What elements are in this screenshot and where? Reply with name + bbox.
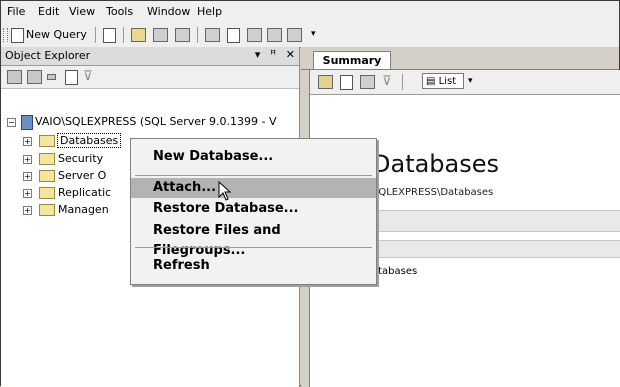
expand-server-objects-icon[interactable]: + <box>23 172 32 181</box>
new-query-icon <box>11 28 24 43</box>
tree-node-management[interactable]: Managen <box>58 203 109 216</box>
new-file-icon[interactable] <box>103 28 116 43</box>
open-folder-icon[interactable] <box>131 28 146 42</box>
tree-node-replication[interactable]: Replicatic <box>58 186 111 199</box>
toolbar-separator <box>95 27 96 43</box>
filter-icon[interactable]: ⊽ <box>382 74 392 89</box>
close-panel-icon[interactable]: ✕ <box>286 48 295 61</box>
object-path: SQLEXPRESS\Databases <box>372 187 494 198</box>
list-button-label: List <box>438 76 457 87</box>
expand-databases-icon[interactable]: + <box>23 137 32 146</box>
list-item[interactable]: atabases <box>372 266 417 277</box>
properties-icon[interactable] <box>227 28 240 43</box>
menu-item-restore-database[interactable]: Restore Database... <box>131 199 376 219</box>
menu-window[interactable]: Window <box>147 5 190 18</box>
server-icon <box>21 115 33 130</box>
expand-management-icon[interactable]: + <box>23 206 32 215</box>
menu-separator <box>135 247 372 248</box>
connect-icon[interactable] <box>7 70 22 84</box>
object-explorer-toolbar: ⊽ <box>1 66 299 89</box>
ssms-window: File Edit View Tools Window Help New Que… <box>0 0 620 387</box>
tree-node-security[interactable]: Security <box>58 152 103 165</box>
tree-node-databases[interactable]: Databases <box>57 133 122 148</box>
toolbox-icon[interactable] <box>287 28 302 42</box>
tab-summary[interactable]: Summary <box>313 51 391 69</box>
new-query-label: New Query <box>26 28 87 41</box>
toolbar-separator <box>197 27 198 43</box>
disconnect-icon[interactable] <box>27 70 42 84</box>
template-explorer-icon[interactable] <box>267 28 282 42</box>
up-folder-icon[interactable] <box>318 75 333 89</box>
panel-dropdown-icon[interactable]: ▾ <box>255 48 261 61</box>
document-tabstrip: Summary <box>301 47 619 70</box>
standard-toolbar: New Query ▾ <box>1 23 619 48</box>
folder-icon <box>39 187 55 199</box>
menu-edit[interactable]: Edit <box>38 5 59 18</box>
expand-replication-icon[interactable]: + <box>23 189 32 198</box>
menu-tools[interactable]: Tools <box>106 5 133 18</box>
menu-view[interactable]: View <box>69 5 95 18</box>
collapse-server-icon[interactable]: − <box>7 118 16 127</box>
menu-item-restore-files[interactable]: Restore Files and Filegroups... <box>131 221 376 258</box>
folder-icon <box>39 153 55 165</box>
context-menu: New Database... Attach... Restore Databa… <box>130 138 377 285</box>
summary-toolbar: ⊽ ▤ List ▾ <box>310 70 620 95</box>
folder-icon <box>39 170 55 182</box>
list-dropdown-icon[interactable]: ▾ <box>468 76 473 86</box>
report-icon[interactable] <box>360 75 375 89</box>
server-node[interactable]: VAIO\SQLEXPRESS (SQL Server 9.0.1399 - V <box>35 115 277 128</box>
auto-hide-pin-icon[interactable]: ꟸ <box>270 48 276 61</box>
tree-node-server-objects[interactable]: Server O <box>58 169 106 182</box>
menu-item-new-database[interactable]: New Database... <box>131 147 376 167</box>
menu-file[interactable]: File <box>7 5 25 18</box>
menu-item-refresh[interactable]: Refresh <box>131 256 376 276</box>
folder-icon <box>39 135 55 147</box>
filter-icon[interactable]: ⊽ <box>83 69 93 84</box>
object-explorer-title: Object Explorer <box>5 49 91 62</box>
toolbar-grip[interactable] <box>3 28 8 42</box>
toolbar-overflow-icon[interactable]: ▾ <box>311 29 316 39</box>
refresh-icon[interactable] <box>65 70 78 85</box>
save-icon[interactable] <box>153 28 168 42</box>
toolbar-separator <box>123 27 124 43</box>
toolbar-separator <box>402 74 403 90</box>
new-query-button[interactable]: New Query <box>11 27 91 43</box>
save-all-icon[interactable] <box>175 28 190 42</box>
registered-servers-icon[interactable] <box>205 28 220 42</box>
sync-icon[interactable] <box>340 75 353 90</box>
menu-item-attach[interactable]: Attach... <box>131 178 376 198</box>
list-icon: ▤ <box>426 76 436 87</box>
mouse-pointer-icon <box>218 181 232 201</box>
page-title: Databases <box>372 150 500 178</box>
object-explorer-icon[interactable] <box>247 28 262 42</box>
stop-icon[interactable] <box>47 74 56 80</box>
list-view-button[interactable]: ▤ List <box>422 73 464 89</box>
menu-help[interactable]: Help <box>197 5 222 18</box>
folder-icon <box>39 204 55 216</box>
panel-controls[interactable]: ▾ ꟸ ✕ <box>255 48 295 61</box>
menu-bar: File Edit View Tools Window Help <box>1 1 619 24</box>
expand-security-icon[interactable]: + <box>23 155 32 164</box>
object-explorer-header: Object Explorer ▾ ꟸ ✕ <box>1 47 299 66</box>
menu-separator <box>135 175 372 176</box>
